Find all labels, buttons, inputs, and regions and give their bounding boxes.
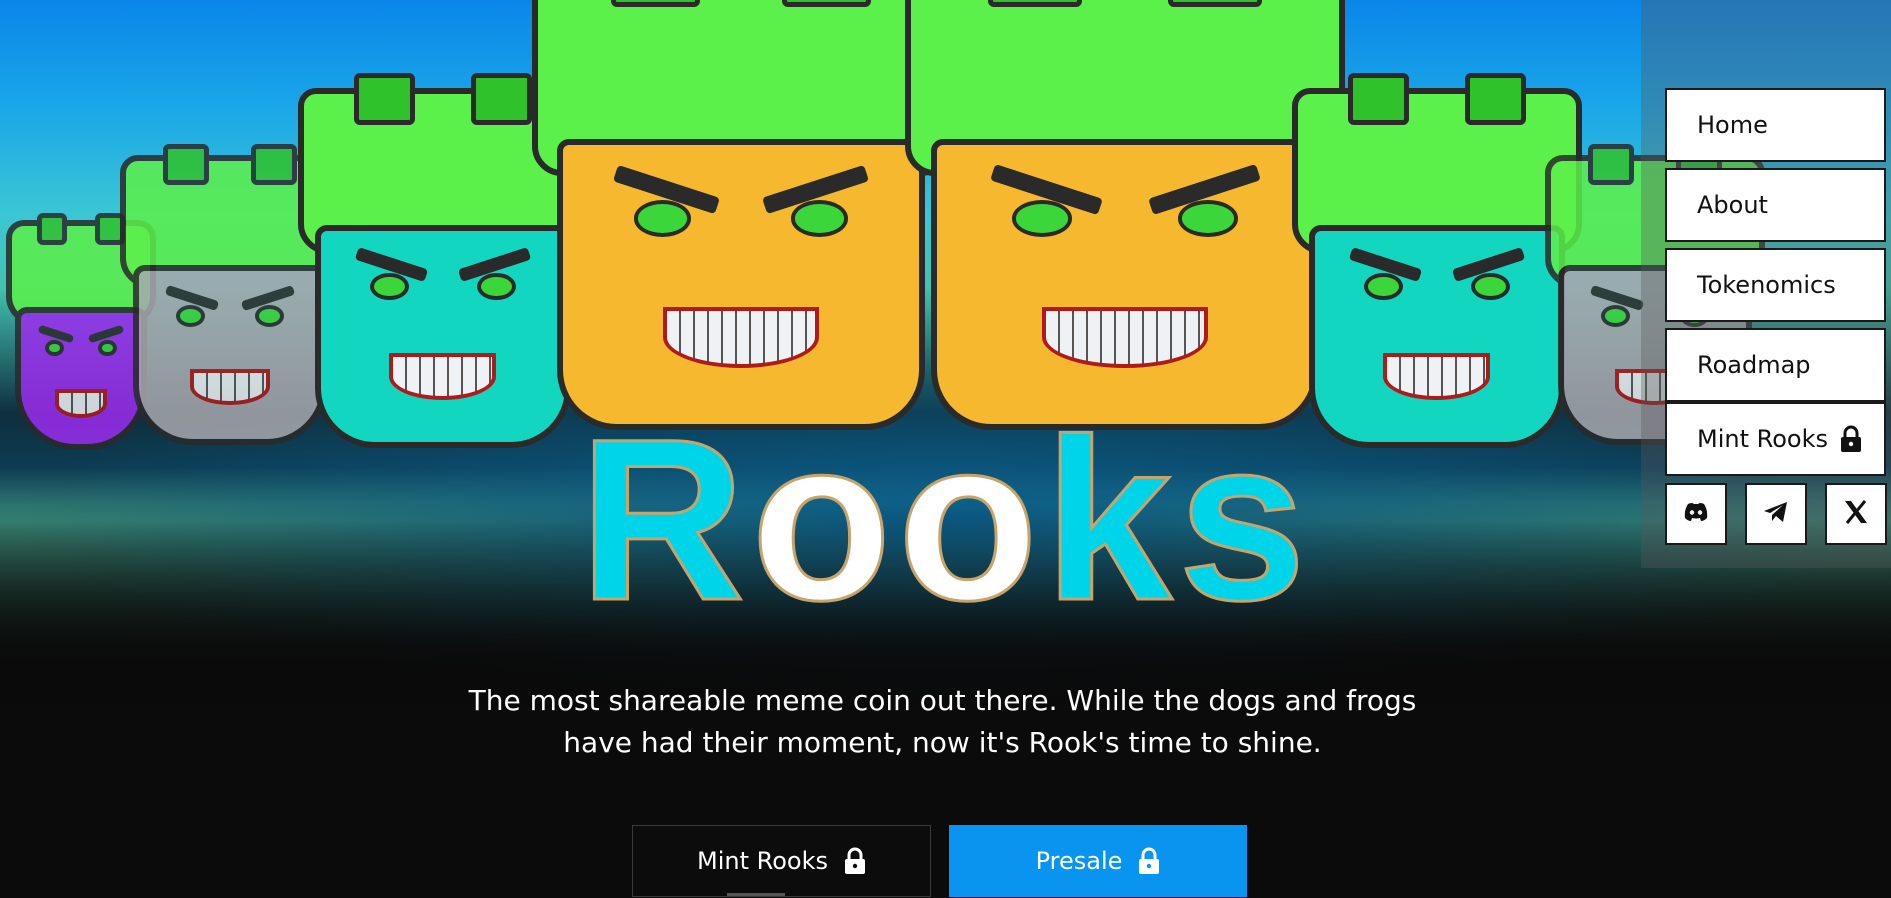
nav-item-label: Mint Rooks xyxy=(1697,425,1828,453)
mint-rooks-label: Mint Rooks xyxy=(697,847,828,875)
tagline-line-1: The most shareable meme coin out there. … xyxy=(468,684,1417,717)
mint-rooks-button[interactable]: Mint Rooks xyxy=(632,825,931,897)
lock-icon xyxy=(844,847,866,875)
mint-button-underline xyxy=(727,893,785,896)
rook-character-orange-right xyxy=(905,0,1345,430)
nav-item-about[interactable]: About xyxy=(1665,168,1886,242)
nav-item-label: Home xyxy=(1697,111,1768,139)
telegram-link[interactable] xyxy=(1745,483,1807,545)
x-link[interactable] xyxy=(1825,483,1887,545)
nav-item-home[interactable]: Home xyxy=(1665,88,1886,162)
discord-icon xyxy=(1683,502,1709,526)
tagline-line-2: have had their moment, now it's Rook's t… xyxy=(563,726,1322,759)
title-letter-r: R xyxy=(578,391,752,648)
title-letters-oo: oo xyxy=(750,391,1045,648)
nav-item-roadmap[interactable]: Roadmap xyxy=(1665,328,1886,402)
nav-item-label: Tokenomics xyxy=(1697,271,1836,299)
nav-item-tokenomics[interactable]: Tokenomics xyxy=(1665,248,1886,322)
hero-title: Rooks xyxy=(0,403,1891,636)
lock-icon xyxy=(1138,847,1160,875)
hero-tagline: The most shareable meme coin out there. … xyxy=(395,680,1490,764)
lock-icon xyxy=(1840,425,1862,453)
presale-label: Presale xyxy=(1035,847,1123,875)
rook-character-teal-right xyxy=(1292,72,1582,448)
nav-item-mint-rooks[interactable]: Mint Rooks xyxy=(1665,402,1886,476)
telegram-icon xyxy=(1763,501,1789,527)
x-icon xyxy=(1843,500,1869,528)
presale-button[interactable]: Presale xyxy=(949,825,1247,897)
title-letter-s: s xyxy=(1177,391,1312,648)
nav-item-label: Roadmap xyxy=(1697,351,1811,379)
title-letter-k: k xyxy=(1043,391,1179,648)
nav-item-label: About xyxy=(1697,191,1768,219)
rook-character-orange-left xyxy=(532,0,950,430)
discord-link[interactable] xyxy=(1665,483,1727,545)
